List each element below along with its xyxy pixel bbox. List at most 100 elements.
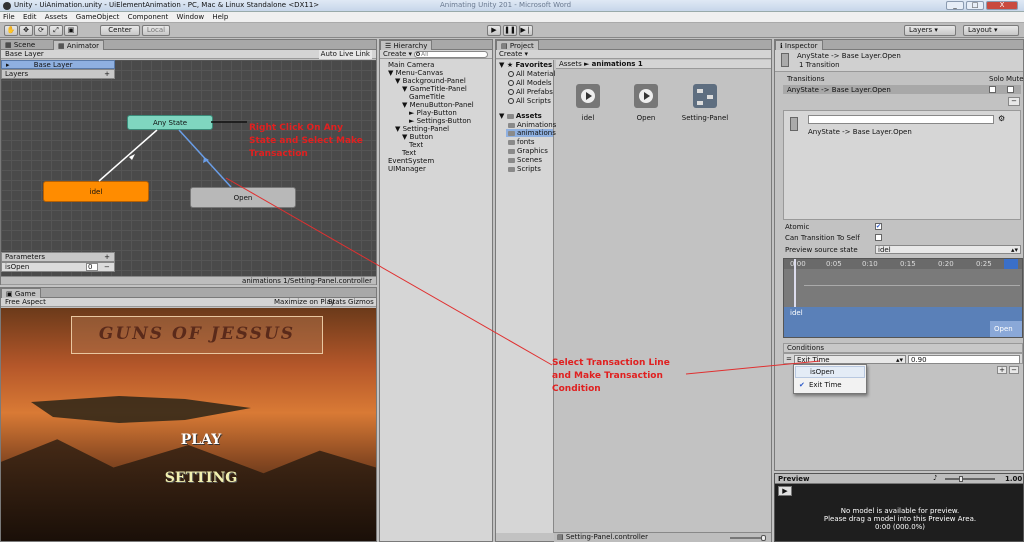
parameter-value[interactable]: 0	[86, 263, 98, 271]
fav-all-prefabs[interactable]: All Prefabs	[508, 88, 553, 96]
menu-window[interactable]: Window	[174, 12, 208, 22]
hierarchy-item[interactable]: Text	[380, 141, 492, 149]
gizmos-toggle[interactable]: Gizmos	[348, 298, 374, 307]
dropdown-option-exittime[interactable]: ✔ Exit Time	[795, 380, 865, 392]
drag-handle-icon[interactable]: =	[786, 355, 792, 363]
maximize-button[interactable]: □	[966, 1, 984, 10]
transition-row[interactable]: AnyState -> Base Layer.Open	[783, 85, 1021, 94]
dropdown-option-isopen[interactable]: isOpen	[795, 366, 865, 378]
folder-graphics[interactable]: Graphics	[508, 147, 548, 155]
hierarchy-item[interactable]: ► Play-Button	[380, 109, 492, 117]
step-button[interactable]: ▶❘	[519, 25, 533, 36]
breadcrumb-current[interactable]: animations 1	[592, 60, 643, 68]
folder-scripts[interactable]: Scripts	[508, 165, 541, 173]
menu-edit[interactable]: Edit	[20, 12, 40, 22]
rotate-tool-button[interactable]: ⟳	[34, 25, 48, 36]
pause-button[interactable]: ❚❚	[503, 25, 517, 36]
hand-tool-button[interactable]: ✋	[4, 25, 18, 36]
hierarchy-item[interactable]: ▼ Background-Panel	[380, 77, 492, 85]
layers-dropdown[interactable]: Layers ▾	[904, 25, 956, 36]
fav-all-scripts[interactable]: All Scripts	[508, 97, 551, 105]
settings-gear-icon[interactable]: ⚙	[998, 114, 1005, 123]
speaker-icon[interactable]: ♪	[933, 474, 937, 482]
atomic-checkbox[interactable]: ✔	[875, 223, 882, 230]
play-button[interactable]: ▶	[487, 25, 501, 36]
layout-dropdown[interactable]: Layout ▾	[963, 25, 1019, 36]
preview-speed-slider[interactable]	[945, 476, 995, 482]
asset-setting-panel[interactable]: Setting-Panel	[680, 84, 730, 122]
solo-checkbox[interactable]	[989, 86, 996, 93]
tab-game[interactable]: ▣ Game	[1, 288, 41, 298]
remove-parameter-icon[interactable]: −	[104, 263, 110, 272]
transition-name-field[interactable]	[808, 115, 994, 124]
rect-tool-button[interactable]: ▣	[64, 25, 78, 36]
icon-size-slider[interactable]	[730, 535, 766, 541]
minimize-button[interactable]: _	[946, 1, 964, 10]
condition-value-field[interactable]: 0.90	[908, 355, 1020, 364]
fav-all-materials[interactable]: All Material	[508, 70, 555, 78]
base-layer-breadcrumb[interactable]: Base Layer	[1, 50, 44, 58]
add-condition-button[interactable]: +	[997, 366, 1007, 374]
asset-open[interactable]: Open	[626, 84, 666, 122]
hierarchy-create-dropdown[interactable]: Create ▾	[380, 50, 412, 58]
aspect-dropdown[interactable]: Free Aspect	[1, 298, 46, 306]
stats-toggle[interactable]: Stats	[328, 298, 346, 307]
pivot-center-button[interactable]: Center	[100, 25, 140, 36]
hierarchy-item[interactable]: ▼ GameTitle-Panel	[380, 85, 492, 93]
hierarchy-item[interactable]: ▼ Button	[380, 133, 492, 141]
menu-gameobject[interactable]: GameObject	[73, 12, 123, 22]
hierarchy-item[interactable]: ▼ MenuButton-Panel	[380, 101, 492, 109]
condition-parameter-dropdown[interactable]: Exit Time ▴▾	[794, 355, 906, 364]
hierarchy-search-input[interactable]: All	[414, 51, 488, 58]
play-menu-button[interactable]: PLAY	[171, 432, 231, 448]
menu-component[interactable]: Component	[125, 12, 172, 22]
tab-project[interactable]: ▤ Project	[496, 40, 539, 50]
menu-file[interactable]: File	[0, 12, 18, 22]
close-button[interactable]: X	[986, 1, 1018, 10]
preview-play-button[interactable]: ▶	[778, 486, 792, 496]
hierarchy-item[interactable]: ▼ Menu-Canvas	[380, 69, 492, 77]
hierarchy-item[interactable]: ▼ Setting-Panel	[380, 125, 492, 133]
folder-scenes[interactable]: Scenes	[508, 156, 542, 164]
animator-graph[interactable]: ▸ Base Layer Layers + Any State idel Open…	[1, 60, 376, 276]
folder-animations[interactable]: Animations	[508, 121, 556, 129]
timeline-open-bar[interactable]: Open	[990, 321, 1022, 337]
tab-scene[interactable]: ▦ Scene	[1, 40, 39, 50]
folder-animations-1[interactable]: animations	[506, 129, 556, 137]
tab-inspector[interactable]: ℹ Inspector	[775, 40, 823, 50]
game-view[interactable]: GUNS OF JESSUS PLAY SETTING	[1, 308, 376, 541]
mute-checkbox[interactable]	[1007, 86, 1014, 93]
breadcrumb-assets[interactable]: Assets	[559, 60, 582, 68]
pivot-local-button[interactable]: Local	[142, 25, 170, 36]
parameter-row[interactable]: isOpen 0 −	[1, 262, 115, 272]
hierarchy-item[interactable]: UIManager	[380, 165, 492, 173]
project-create-dropdown[interactable]: Create ▾	[496, 50, 528, 58]
hierarchy-item[interactable]: Main Camera	[380, 61, 492, 69]
tab-hierarchy[interactable]: ☰ Hierarchy	[380, 40, 433, 50]
asset-idel[interactable]: idel	[568, 84, 608, 122]
remove-condition-button[interactable]: −	[1009, 366, 1019, 374]
tab-animator[interactable]: ▦ Animator	[53, 40, 105, 50]
folder-fonts[interactable]: fonts	[508, 138, 535, 146]
can-transition-self-checkbox[interactable]	[875, 234, 882, 241]
fav-all-models[interactable]: All Models	[508, 79, 552, 87]
remove-transition-button[interactable]: −	[1008, 97, 1020, 106]
preview-source-dropdown[interactable]: idel ▴▾	[875, 245, 1021, 254]
favorites-header[interactable]: ▼ ★ Favorites	[499, 61, 552, 69]
maximize-on-play-toggle[interactable]: Maximize on Play	[274, 298, 335, 307]
timeline-idel-bar[interactable]: idel	[784, 307, 1022, 337]
hierarchy-item[interactable]: ► Settings-Button	[380, 117, 492, 125]
move-tool-button[interactable]: ✥	[19, 25, 33, 36]
setting-menu-button[interactable]: SETTING	[151, 470, 251, 486]
auto-live-link-toggle[interactable]: Auto Live Link	[318, 50, 372, 59]
menu-assets[interactable]: Assets	[42, 12, 71, 22]
scale-tool-button[interactable]: ⤢	[49, 25, 63, 36]
hierarchy-item[interactable]: EventSystem	[380, 157, 492, 165]
transition-timeline[interactable]: 0:00 0:05 0:10 0:15 0:20 0:25 idel Open	[783, 258, 1023, 338]
menu-help[interactable]: Help	[209, 12, 231, 22]
assets-header[interactable]: ▼ Assets	[499, 112, 542, 120]
hierarchy-item[interactable]: GameTitle	[380, 93, 492, 101]
add-parameter-button[interactable]: +	[104, 253, 110, 262]
hierarchy-item[interactable]: Text	[380, 149, 492, 157]
timeline-end-marker[interactable]	[1004, 259, 1018, 269]
